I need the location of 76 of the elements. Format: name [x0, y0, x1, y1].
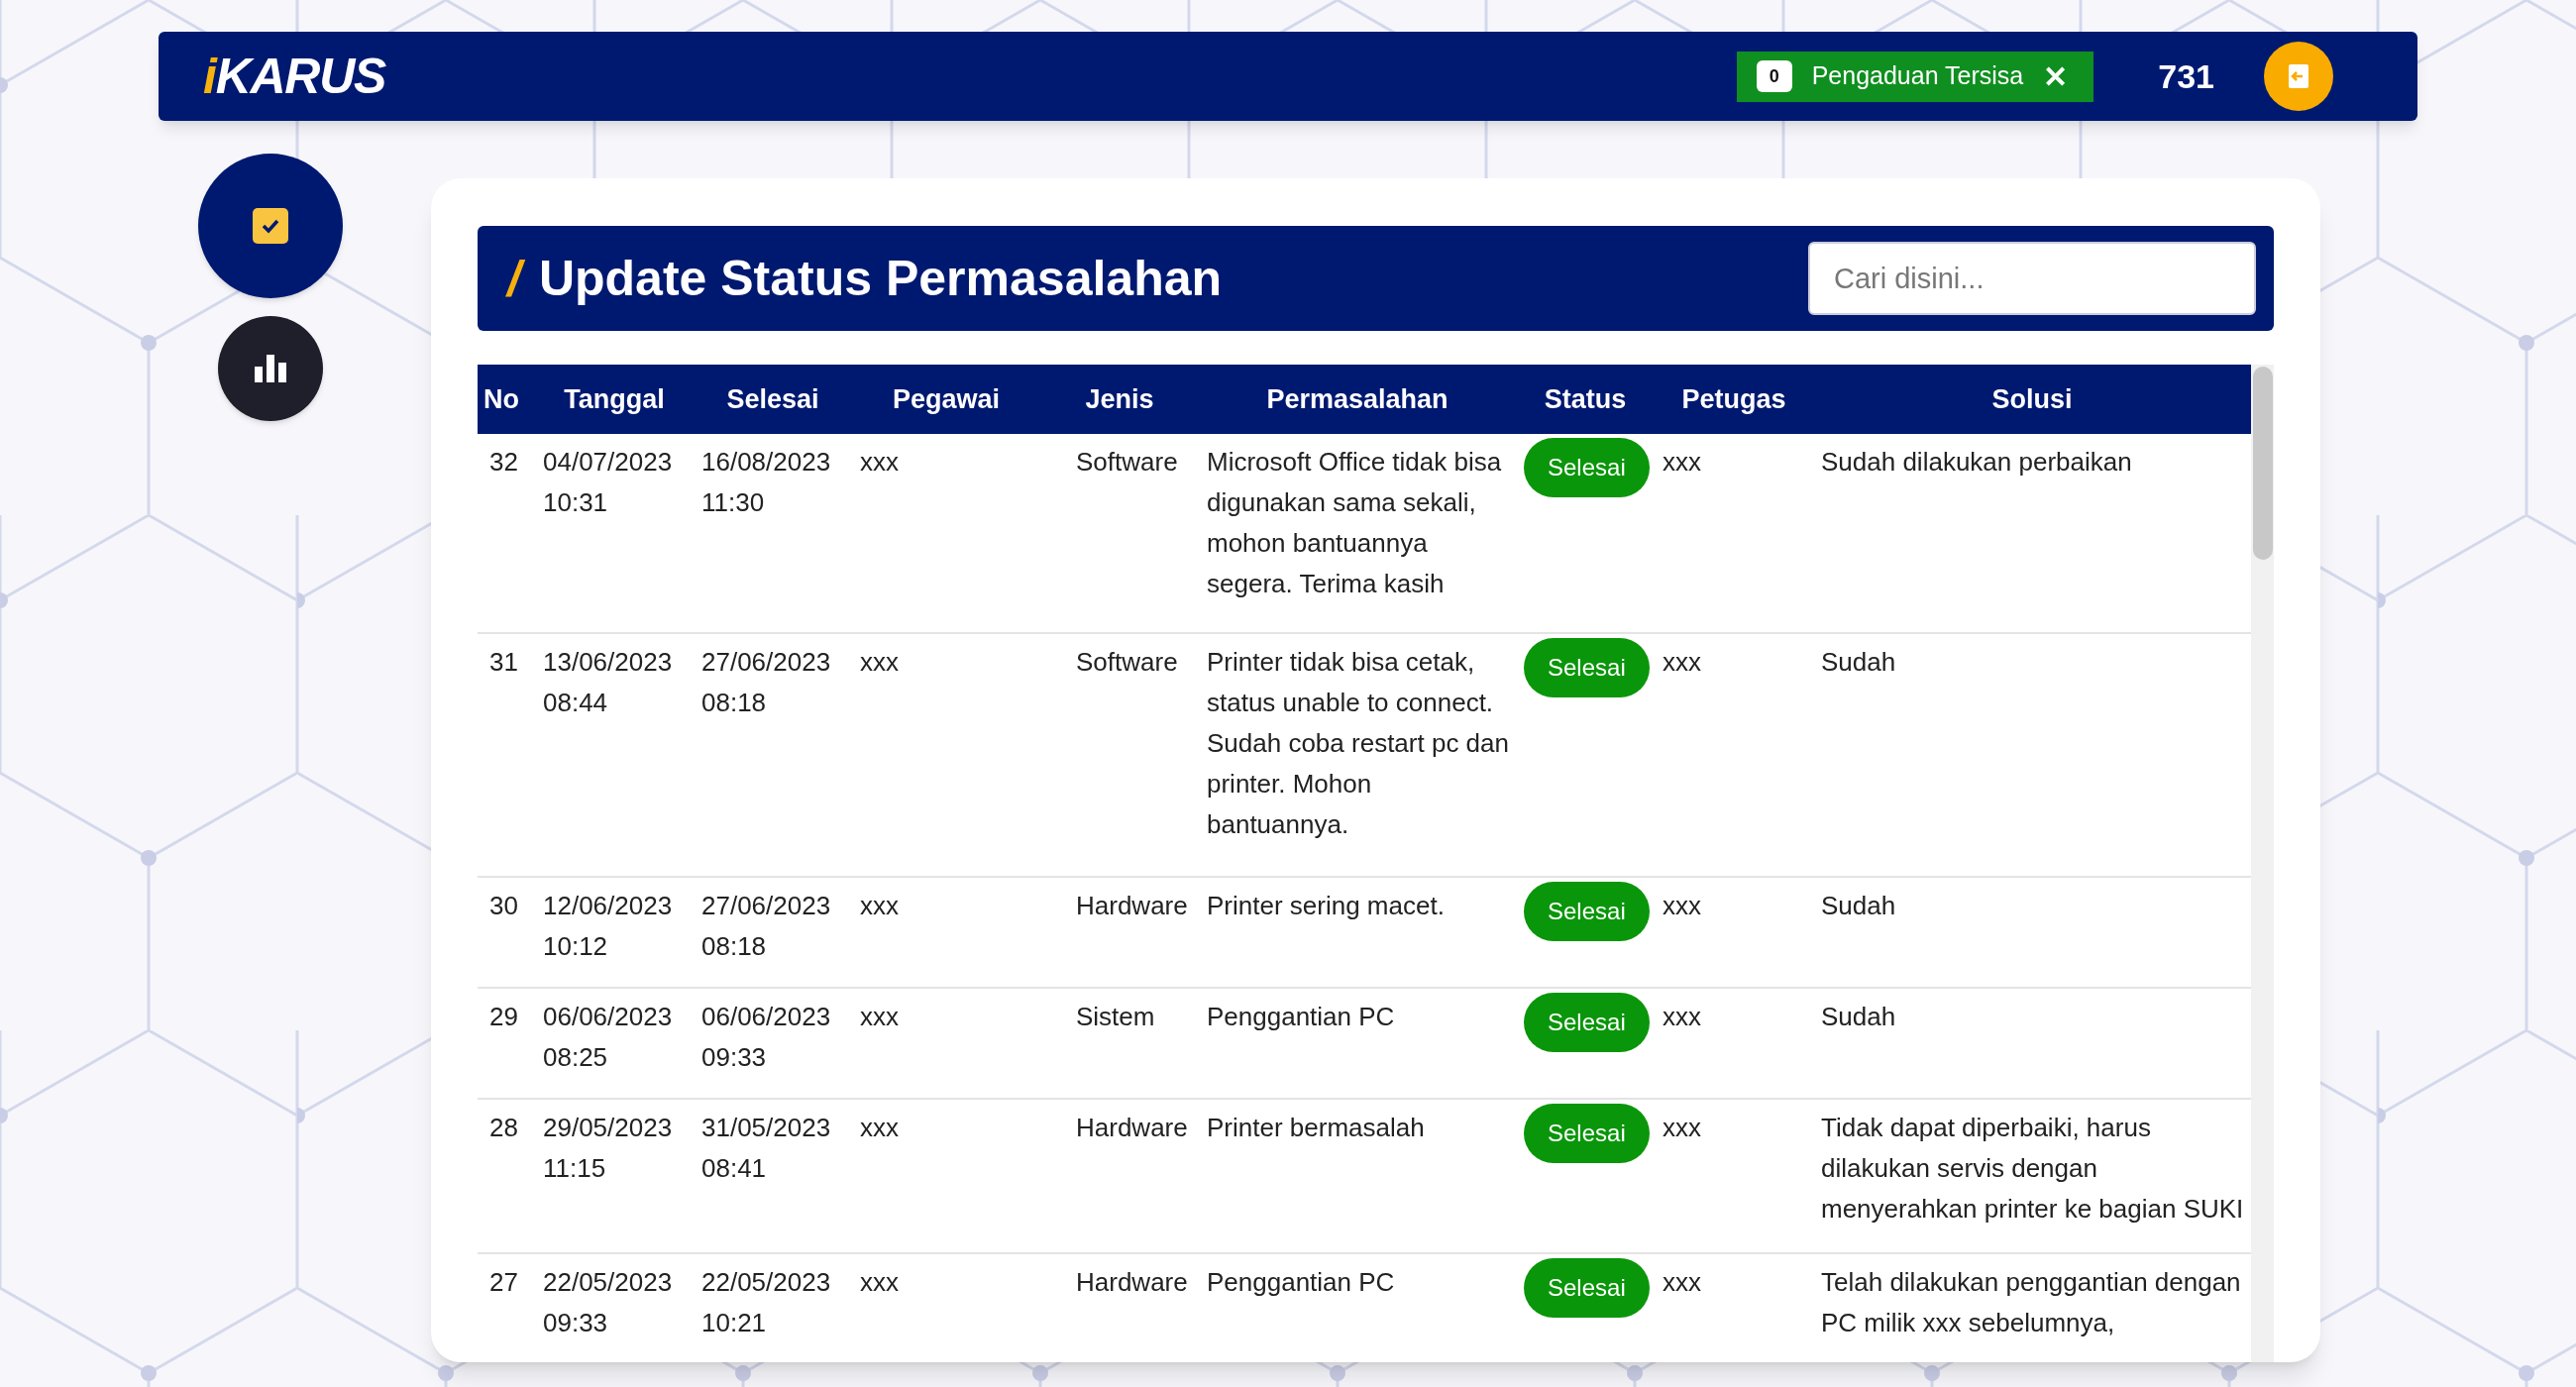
scrollbar[interactable]: [2251, 365, 2274, 1362]
status-badge: Selesai: [1524, 992, 1650, 1052]
table-cell: xxx: [860, 891, 899, 920]
column-header[interactable]: Selesai: [694, 365, 852, 434]
table-cell: 04/07/2023 10:31: [543, 447, 673, 517]
column-header[interactable]: Jenis: [1040, 365, 1199, 434]
table-cell: xxx: [860, 1267, 899, 1298]
table-cell: 29: [489, 1001, 518, 1031]
table-cell: 13/06/2023 08:44: [543, 646, 673, 717]
table-cell: 28: [489, 1112, 518, 1142]
table-cell: Printer tidak bisa cetak, status unable to connect. Sudah coba restart pc dan printer. Mohon bantuannya.: [1207, 646, 1509, 839]
status-badge: Selesai: [1524, 637, 1650, 697]
table-cell: Sudah dilakukan perbaikan: [1821, 447, 2132, 477]
table-cell: xxx: [860, 447, 899, 477]
column-header[interactable]: No: [478, 365, 535, 434]
bar-chart-icon: [254, 355, 286, 382]
scrollbar-thumb[interactable]: [2252, 367, 2273, 560]
status-badge: Selesai: [1524, 1103, 1650, 1163]
table-cell: 31/05/2023 08:41: [701, 1112, 831, 1183]
table-cell: Penggantian PC: [1207, 1267, 1395, 1298]
table-cell: Hardware: [1076, 1267, 1188, 1298]
table-cell: Tidak dapat diperbaiki, harus dilakukan servis dengan menyerahkan printer ke bagian SUKI: [1821, 1112, 2244, 1224]
table-cell: Printer bermasalah: [1207, 1112, 1425, 1142]
table-cell: Sudah: [1821, 646, 1896, 677]
table-cell: xxx: [1663, 1267, 1701, 1298]
search-field[interactable]: Cari disini...: [1808, 242, 2256, 315]
table-cell: xxx: [1663, 891, 1701, 920]
badge-label: Pengaduan Tersisa: [1811, 60, 2024, 92]
table-cell: Telah dilakukan penggantian dengan PC milik xxx sebelumnya,: [1821, 1267, 2241, 1338]
table-cell: 31: [489, 646, 518, 677]
column-header[interactable]: Pegawai: [852, 365, 1040, 434]
table-cell: 22/05/2023 10:21: [701, 1267, 831, 1338]
column-header[interactable]: Petugas: [1655, 365, 1813, 434]
table-cell: Printer sering macet.: [1207, 891, 1445, 920]
column-header[interactable]: Permasalahan: [1199, 365, 1516, 434]
logo[interactable]: iKARUS: [203, 52, 386, 101]
table-cell: Hardware: [1076, 891, 1188, 920]
table-cell: xxx: [1663, 447, 1701, 477]
table-cell: xxx: [860, 1001, 899, 1031]
table-cell: 27/06/2023 08:18: [701, 891, 831, 961]
table-cell: 06/06/2023 08:25: [543, 1001, 673, 1072]
table-cell: 30: [489, 891, 518, 920]
table-cell: xxx: [860, 1112, 899, 1142]
table-cell: 27: [489, 1267, 518, 1298]
table-cell: Penggantian PC: [1207, 1001, 1395, 1031]
table-cell: 32: [489, 447, 518, 477]
table-cell: Software: [1076, 646, 1178, 677]
status-badge: Selesai: [1524, 438, 1650, 497]
column-header[interactable]: Status: [1516, 365, 1655, 434]
page-title: Update Status Permasalahan: [538, 249, 1223, 308]
column-header[interactable]: Tanggal: [535, 365, 694, 434]
table-cell: xxx: [1663, 1001, 1701, 1031]
table-cell: 06/06/2023 09:33: [701, 1001, 831, 1072]
column-header[interactable]: Solusi: [1813, 365, 2251, 434]
table-cell: 16/08/2023 11:30: [701, 447, 831, 517]
table-cell: Microsoft Office tidak bisa digunakan sama sekali, mohon bantuannya segera. Terima kasih: [1207, 447, 1502, 598]
logout-icon: [2288, 63, 2309, 89]
table-cell: 29/05/2023 11:15: [543, 1112, 673, 1183]
table-cell: Sudah: [1821, 891, 1896, 920]
table-cell: Software: [1076, 447, 1178, 477]
table-cell: 27/06/2023 08:18: [701, 646, 831, 717]
counter: 731: [2158, 55, 2214, 97]
table-cell: Sistem: [1076, 1001, 1155, 1031]
checkbox-icon: [252, 208, 288, 244]
table-cell: xxx: [860, 646, 899, 677]
table-cell: 22/05/2023 09:33: [543, 1267, 673, 1338]
table-cell: Hardware: [1076, 1112, 1188, 1142]
table-cell: Sudah: [1821, 1001, 1896, 1031]
table-cell: 12/06/2023 10:12: [543, 891, 673, 961]
status-badge: Selesai: [1524, 1258, 1650, 1319]
table-cell: xxx: [1663, 1112, 1701, 1142]
remaining-complaints-badge[interactable]: 0 Pengaduan Tersisa ✕: [1736, 51, 2094, 102]
table-cell: xxx: [1663, 646, 1701, 677]
count-badge: 0: [1756, 60, 1792, 92]
close-icon[interactable]: ✕: [2043, 53, 2069, 99]
status-badge: Selesai: [1524, 882, 1650, 941]
